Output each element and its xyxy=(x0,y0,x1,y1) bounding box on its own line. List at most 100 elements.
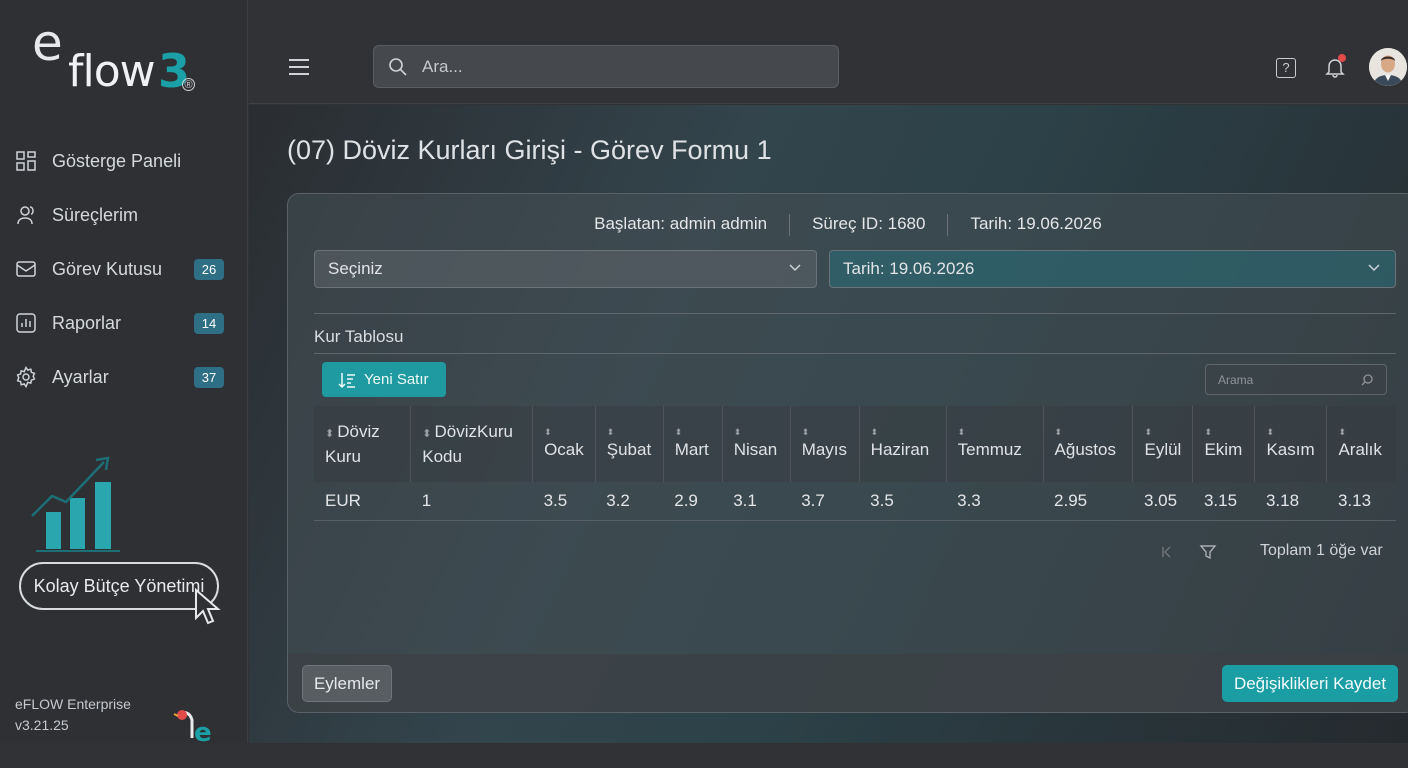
table-cell[interactable]: 3.5 xyxy=(532,482,596,521)
menu-toggle-icon[interactable] xyxy=(289,59,309,75)
search-icon xyxy=(389,58,407,76)
table-cell[interactable]: 3.15 xyxy=(1192,482,1255,521)
pager: Toplam 1 öğe var xyxy=(1148,540,1398,564)
version-name: eFLOW Enterprise xyxy=(15,696,131,712)
cursor-icon xyxy=(195,588,221,625)
process-meta: Başlatan: admin admin Süreç ID: 1680 Tar… xyxy=(288,214,1408,236)
svg-text:e: e xyxy=(194,718,212,746)
table-cell[interactable]: 3.3 xyxy=(946,482,1044,521)
user-icon xyxy=(14,203,38,227)
sort-list-icon xyxy=(338,372,355,388)
promo-label: Kolay Bütçe Yönetimi xyxy=(33,575,205,596)
form-card: Başlatan: admin admin Süreç ID: 1680 Tar… xyxy=(287,193,1408,713)
search-icon xyxy=(1361,374,1373,386)
sidebar-item-inbox[interactable]: Görev Kutusu 26 xyxy=(0,242,248,296)
save-changes-button[interactable]: Değişiklikleri Kaydet xyxy=(1222,665,1398,702)
column-header[interactable]: ⬍ DövizKuru Kodu xyxy=(410,406,534,482)
inbox-icon xyxy=(14,257,38,281)
process-date: Tarih: 19.06.2026 xyxy=(970,214,1102,233)
sidebar-item-dashboard[interactable]: Gösterge Paneli xyxy=(0,134,248,188)
bird-logo-icon: e xyxy=(173,710,212,746)
column-header[interactable]: ⬍ Ocak xyxy=(532,406,596,482)
new-row-button[interactable]: Yeni Satır xyxy=(322,362,446,397)
global-search[interactable] xyxy=(373,45,839,88)
table-cell[interactable]: 2.95 xyxy=(1043,482,1133,521)
sidebar-item-reports[interactable]: Raporlar 14 xyxy=(0,296,248,350)
growth-chart-icon xyxy=(31,456,120,552)
grid-search-input[interactable] xyxy=(1218,365,1358,394)
column-header[interactable]: ⬍ Ağustos xyxy=(1043,406,1134,482)
table-row[interactable]: EUR 1 3.5 3.2 2.9 3.1 3.7 3.5 3.3 2.95 3… xyxy=(314,482,1396,521)
sidebar-item-settings[interactable]: Ayarlar 37 xyxy=(0,350,248,404)
gear-icon xyxy=(14,365,38,389)
chevron-down-icon xyxy=(1368,264,1380,272)
section-title: Kur Tablosu xyxy=(314,327,404,346)
divider xyxy=(314,353,1396,354)
column-header[interactable]: ⬍ Mayıs xyxy=(790,406,860,482)
column-header[interactable]: ⬍ Mart xyxy=(663,406,723,482)
settings-count-badge: 37 xyxy=(194,366,224,388)
grid-search[interactable] xyxy=(1205,364,1387,395)
table-cell[interactable]: 2.9 xyxy=(663,482,723,521)
table-cell[interactable]: 3.5 xyxy=(859,482,947,521)
column-header[interactable]: ⬍ Temmuz xyxy=(946,406,1044,482)
inbox-count-badge: 26 xyxy=(194,258,224,280)
promo-pill[interactable]: Kolay Bütçe Yönetimi xyxy=(19,562,219,610)
sidebar-item-label: Ayarlar xyxy=(52,366,109,387)
process-id: Süreç ID: 1680 xyxy=(812,214,926,233)
table-cell[interactable]: EUR xyxy=(314,482,411,521)
version-info: eFLOW Enterprise v3.21.25 xyxy=(15,694,131,736)
table-cell[interactable]: 3.18 xyxy=(1254,482,1327,521)
starter-info: Başlatan: admin admin xyxy=(594,214,768,233)
currency-table: ⬍ Döviz Kuru ⬍ DövizKuru Kodu ⬍ Ocak ⬍ Şub… xyxy=(314,406,1396,521)
main-content: (07) Döviz Kurları Girişi - Görev Formu … xyxy=(249,105,1408,743)
report-icon xyxy=(14,311,38,335)
column-header[interactable]: ⬍ Nisan xyxy=(722,406,791,482)
column-header[interactable]: ⬍ Eylül xyxy=(1132,406,1194,482)
column-header[interactable]: ⬍ Şubat xyxy=(595,406,664,482)
table-cell[interactable]: 3.2 xyxy=(595,482,664,521)
version-number: v3.21.25 xyxy=(15,717,69,733)
chevron-down-icon xyxy=(789,264,801,272)
form-footer: Eylemler Değişiklikleri Kaydet xyxy=(288,654,1408,712)
help-icon[interactable]: ? xyxy=(1276,58,1296,78)
notification-button[interactable] xyxy=(1324,54,1346,83)
table-header-row: ⬍ Döviz Kuru ⬍ DövizKuru Kodu ⬍ Ocak ⬍ Şub… xyxy=(314,406,1396,482)
table-cell[interactable]: 1 xyxy=(410,482,533,521)
search-input[interactable] xyxy=(422,46,822,87)
table-cell[interactable]: 3.7 xyxy=(790,482,860,521)
sidebar-item-processes[interactable]: Süreçlerim xyxy=(0,188,248,242)
actions-button[interactable]: Eylemler xyxy=(302,665,392,702)
select-value: Seçiniz xyxy=(328,259,383,278)
dashboard-icon xyxy=(14,149,38,173)
filter-icon[interactable] xyxy=(1199,543,1217,561)
total-items: Toplam 1 öğe var xyxy=(1260,542,1383,559)
eflow-logo[interactable]: e flow 3 ® xyxy=(30,14,210,100)
sidebar-item-label: Raporlar xyxy=(52,312,122,333)
table-cell[interactable]: 3.1 xyxy=(722,482,791,521)
column-header[interactable]: ⬍ Kasım xyxy=(1254,406,1328,482)
user-avatar[interactable] xyxy=(1369,48,1407,86)
date-dropdown[interactable]: Tarih: 19.06.2026 xyxy=(829,250,1396,288)
sidebar: e flow 3 ® Gösterge Paneli Süreçlerim Gö… xyxy=(0,0,248,746)
reports-count-badge: 14 xyxy=(194,312,224,334)
save-label: Değişiklikleri Kaydet xyxy=(1233,673,1387,693)
logo-flow: flow xyxy=(68,46,156,97)
select-dropdown[interactable]: Seçiniz xyxy=(314,250,817,288)
column-header[interactable]: ⬍ Döviz Kuru xyxy=(314,406,412,482)
column-header[interactable]: ⬍ Aralık xyxy=(1326,406,1396,482)
logo-registered: ® xyxy=(182,78,195,91)
budget-promo[interactable]: Kolay Bütçe Yönetimi xyxy=(18,450,228,630)
table-cell[interactable]: 3.13 xyxy=(1326,482,1396,521)
table-cell[interactable]: 3.05 xyxy=(1132,482,1193,521)
column-header[interactable]: ⬍ Haziran xyxy=(859,406,947,482)
sidebar-item-label: Gösterge Paneli xyxy=(52,150,182,171)
sidebar-item-label: Görev Kutusu xyxy=(52,258,163,279)
first-page-icon[interactable] xyxy=(1160,545,1174,559)
top-bar: ? xyxy=(249,32,1408,104)
page-title: (07) Döviz Kurları Girişi - Görev Formu … xyxy=(287,135,772,165)
logo-e: e xyxy=(32,14,63,72)
actions-label: Eylemler xyxy=(313,673,381,693)
column-header[interactable]: ⬍ Ekim xyxy=(1192,406,1256,482)
sidebar-nav: Gösterge Paneli Süreçlerim Görev Kutusu … xyxy=(0,134,248,404)
